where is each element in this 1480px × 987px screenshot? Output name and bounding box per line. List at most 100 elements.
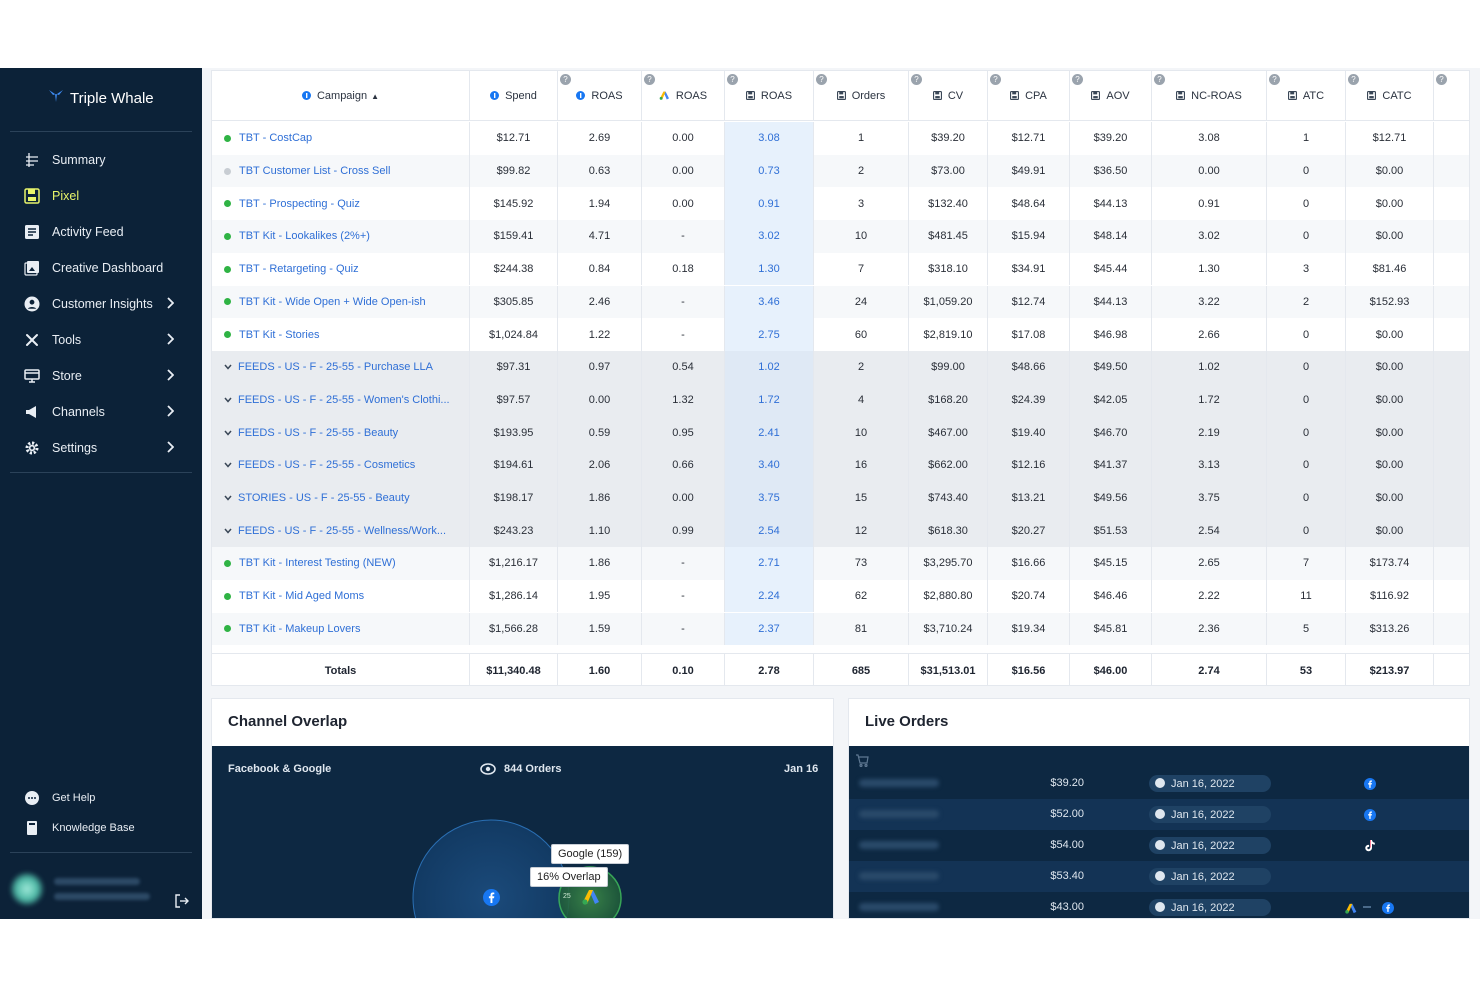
table-row[interactable]: FEEDS - US - F - 25-55 - Beauty $193.95 0.… (212, 416, 1469, 449)
table-row[interactable]: TBT - CostCap $12.71 2.69 0.00 3.08 1 $39.20 $1… (212, 122, 1469, 155)
help-icon[interactable]: ? (1072, 74, 1083, 85)
cell-aov: $46.70 (1070, 416, 1152, 449)
facebook-icon (1364, 808, 1376, 826)
table-row[interactable]: TBT Kit - Interest Testing (NEW) $1,216.1… (212, 547, 1469, 580)
help-icon[interactable]: ? (911, 74, 922, 85)
campaign-cell[interactable]: FEEDS - US - F - 25-55 - Purchase LLA (212, 350, 470, 384)
sidebar-item-summary[interactable]: Summary (0, 142, 202, 178)
campaign-cell[interactable]: TBT Kit - Lookalikes (2%+) (212, 220, 470, 253)
table-row[interactable]: TBT Kit - Stories $1,024.84 1.22-2.75 60 $2,… (212, 318, 1469, 351)
column-header-campaign[interactable]: Campaign ▲ (212, 71, 470, 121)
pixel-icon (745, 90, 755, 102)
chevron-down-icon[interactable] (224, 493, 232, 503)
campaign-cell[interactable]: TBT Kit - Stories (212, 318, 470, 351)
chevron-down-icon[interactable] (224, 395, 232, 405)
campaign-cell[interactable]: TBT Kit - Makeup Lovers (212, 612, 470, 646)
get-help-link[interactable]: Get Help (0, 783, 202, 813)
chevron-down-icon[interactable] (224, 460, 232, 470)
book-icon (22, 818, 42, 838)
status-dot (224, 625, 231, 633)
cell-cpa: $20.27 (988, 514, 1070, 548)
column-header-aov[interactable]: ? AOV (1070, 71, 1152, 121)
knowledge-base-link[interactable]: Knowledge Base (0, 813, 202, 843)
campaign-cell[interactable]: FEEDS - US - F - 25-55 - Wellness/Work..… (212, 514, 470, 548)
sidebar-item-activity-feed[interactable]: Activity Feed (0, 214, 202, 250)
campaign-cell[interactable]: STORIES - US - F - 25-55 - Beauty (212, 481, 470, 515)
help-icon[interactable]: ? (1269, 74, 1280, 85)
column-header-roas[interactable]: ? ROAS (725, 71, 814, 121)
column-header-roas[interactable]: ? ROAS (558, 71, 642, 121)
column-header-nc-roas[interactable]: ? NC-ROAS (1152, 71, 1267, 121)
campaign-cell[interactable]: TBT Customer List - Cross Sell (212, 154, 470, 188)
table-row[interactable]: STORIES - US - F - 25-55 - Beauty $198.17… (212, 481, 1469, 515)
campaign-cell[interactable]: TBT - Prospecting - Quiz (212, 187, 470, 221)
cell-roas: 0.54 (642, 350, 725, 384)
sidebar-item-settings[interactable]: Settings (0, 430, 202, 466)
campaign-cell[interactable]: TBT - Retargeting - Quiz (212, 252, 470, 286)
help-icon[interactable]: ? (1348, 74, 1359, 85)
sidebar-item-customer-insights[interactable]: Customer Insights (0, 286, 202, 322)
sidebar-item-pixel[interactable]: Pixel (0, 178, 202, 214)
live-order-row[interactable]: $53.40 Jan 16, 2022 (849, 861, 1469, 892)
table-row[interactable]: FEEDS - US - F - 25-55 - Cosmetics $194.6… (212, 449, 1469, 482)
table-row[interactable]: TBT Kit - Lookalikes (2%+) $159.41 4.71-3.… (212, 220, 1469, 253)
live-order-row[interactable]: $52.00 Jan 16, 2022 (849, 799, 1469, 830)
help-icon[interactable]: ? (990, 74, 1001, 85)
table-row[interactable]: TBT Customer List - Cross Sell $99.82 0.63… (212, 154, 1469, 188)
cell-nc-roas: 2.22 (1152, 579, 1267, 613)
campaign-cell[interactable]: TBT Kit - Mid Aged Moms (212, 579, 470, 613)
table-row[interactable]: FEEDS - US - F - 25-55 - Women's Clothi.… (212, 383, 1469, 417)
table-row[interactable]: TBT Kit - Makeup Lovers $1,566.28 1.59-2.3… (212, 612, 1469, 646)
cell-roas: - (642, 285, 725, 319)
sidebar-divider (10, 131, 192, 132)
cell-more (1434, 416, 1469, 449)
cell-more (1434, 613, 1469, 646)
table-row[interactable]: FEEDS - US - F - 25-55 - Purchase LLA $97… (212, 350, 1469, 384)
help-icon[interactable]: ? (816, 74, 827, 85)
user-profile[interactable] (8, 869, 198, 909)
help-icon[interactable]: ? (1436, 74, 1447, 85)
campaign-cell[interactable]: TBT - CostCap (212, 122, 470, 155)
chevron-down-icon[interactable] (224, 428, 232, 438)
column-header-atc[interactable]: ? ATC (1267, 71, 1346, 121)
google-ads-icon (659, 91, 670, 102)
column-header-catc[interactable]: ? CATC (1346, 71, 1434, 121)
order-date-pill: Jan 16, 2022 (1149, 837, 1271, 854)
campaign-cell[interactable]: TBT Kit - Wide Open + Wide Open-ish (212, 285, 470, 319)
table-row[interactable]: FEEDS - US - F - 25-55 - Wellness/Work..… (212, 514, 1469, 548)
cell-orders: 7 (814, 252, 909, 286)
live-order-row[interactable]: $54.00 Jan 16, 2022 (849, 830, 1469, 861)
column-header-roas[interactable]: ? ROAS (642, 71, 725, 121)
help-icon[interactable]: ? (644, 74, 655, 85)
sidebar-nav: Summary Pixel Activity Feed Creative Dashbo… (0, 142, 202, 466)
chevron-down-icon[interactable] (224, 362, 232, 372)
column-header-spend[interactable]: Spend (470, 71, 558, 121)
chevron-down-icon[interactable] (224, 526, 232, 536)
sidebar-item-channels[interactable]: Channels (0, 394, 202, 430)
table-row[interactable]: TBT Kit - Wide Open + Wide Open-ish $305.… (212, 285, 1469, 319)
column-header-cpa[interactable]: ? CPA (988, 71, 1070, 121)
table-row[interactable]: TBT Kit - Mid Aged Moms $1,286.14 1.95-2.2… (212, 579, 1469, 613)
table-row[interactable]: TBT - Prospecting - Quiz $145.92 1.94 0.00 0… (212, 187, 1469, 221)
campaign-cell[interactable]: FEEDS - US - F - 25-55 - Beauty (212, 416, 470, 449)
help-icon[interactable]: ? (560, 74, 571, 85)
column-header-cv[interactable]: ? CV (909, 71, 988, 121)
brand-logo[interactable]: Triple Whale (48, 88, 154, 108)
sidebar-item-store[interactable]: Store (0, 358, 202, 394)
column-header-more[interactable]: ? (1434, 71, 1469, 121)
live-order-row[interactable]: $43.00 Jan 16, 2022 (849, 892, 1469, 918)
campaign-cell[interactable]: TBT Kit - Interest Testing (NEW) (212, 547, 470, 580)
help-icon[interactable]: ? (727, 74, 738, 85)
sort-icon[interactable]: ▲ (371, 92, 379, 101)
table-row[interactable]: TBT - Retargeting - Quiz $244.38 0.84 0.18 1… (212, 252, 1469, 286)
sidebar-item-creative-dashboard[interactable]: Creative Dashboard (0, 250, 202, 286)
help-icon[interactable]: ? (1154, 74, 1165, 85)
campaign-cell[interactable]: FEEDS - US - F - 25-55 - Cosmetics (212, 449, 470, 482)
total-roas: 1.60 (558, 654, 642, 685)
live-order-row[interactable]: $39.20 Jan 16, 2022 (849, 768, 1469, 799)
cell-roas: 1.02 (725, 350, 814, 384)
column-header-orders[interactable]: ? Orders (814, 71, 909, 121)
logout-icon[interactable] (174, 893, 190, 914)
sidebar-item-tools[interactable]: Tools (0, 322, 202, 358)
campaign-cell[interactable]: FEEDS - US - F - 25-55 - Women's Clothi.… (212, 383, 470, 417)
